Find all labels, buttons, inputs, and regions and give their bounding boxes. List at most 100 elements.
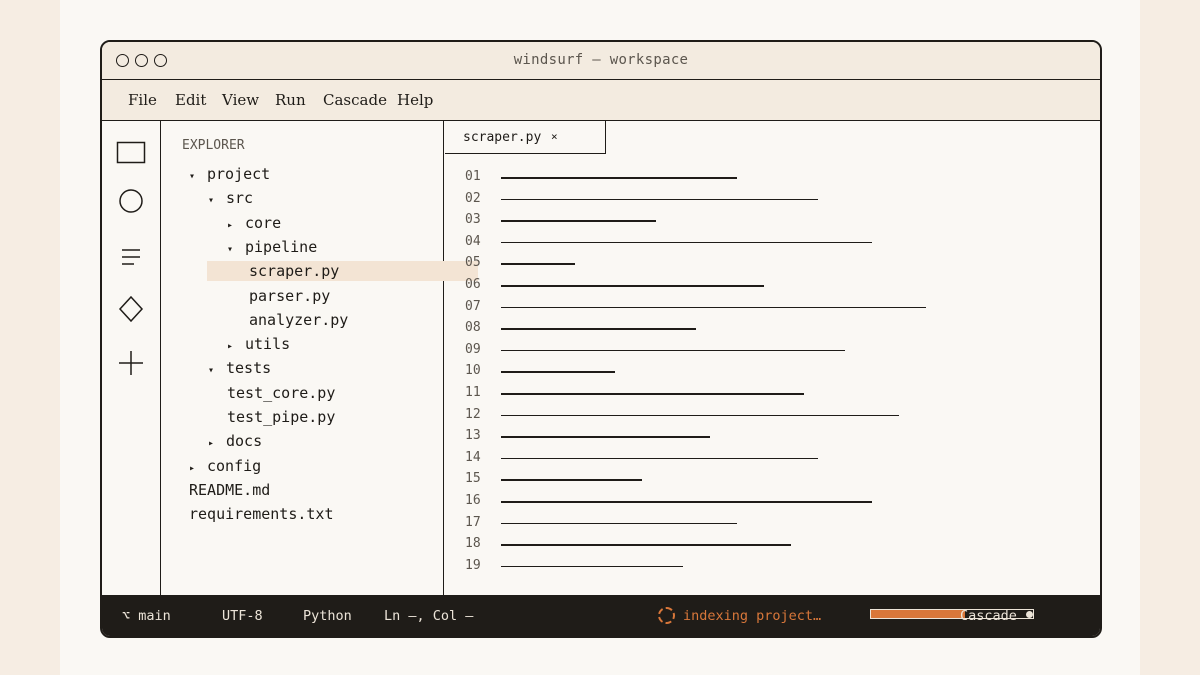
- file-tree-item[interactable]: ▸ docs: [208, 431, 262, 451]
- file-tree-item[interactable]: test_core.py: [227, 383, 335, 403]
- source-control-icon[interactable]: [116, 243, 146, 273]
- file-tree-label: test_pipe.py: [227, 408, 336, 426]
- code-placeholder: [501, 371, 615, 373]
- line-number: 16: [465, 493, 481, 508]
- line-number: 01: [465, 169, 481, 184]
- file-tree-item[interactable]: ▸ utils: [227, 334, 290, 354]
- explorer-panel: EXPLORER ▾ project ▾ src ▸ core ▾ pipeline scrap…: [162, 121, 478, 595]
- files-icon[interactable]: [116, 138, 146, 168]
- file-tree-item[interactable]: ▾ pipeline: [227, 237, 317, 257]
- window-title: windsurf — workspace: [513, 52, 689, 68]
- file-tree-item[interactable]: ▸ config: [189, 456, 261, 476]
- file-tree-item[interactable]: test_pipe.py: [227, 407, 335, 427]
- file-tree-label: core: [245, 213, 282, 232]
- app-window: windsurf — workspace File Edit View Run …: [100, 40, 1102, 638]
- code-line[interactable]: 07: [445, 299, 1100, 320]
- file-tree-item[interactable]: ▾ src: [208, 188, 253, 208]
- line-number: 06: [465, 277, 481, 292]
- activity-bar: [102, 121, 161, 595]
- editor-area: scraper.py × 01 02 03 04 05 06 07 08 09 10 11 12 13 1…: [445, 121, 1100, 595]
- code-line[interactable]: 01: [445, 169, 1100, 190]
- tab-scraper-py[interactable]: scraper.py ×: [445, 121, 606, 154]
- close-icon[interactable]: ×: [551, 130, 558, 143]
- code-line[interactable]: 03: [445, 212, 1100, 233]
- code-line[interactable]: 10: [445, 363, 1100, 384]
- code-line[interactable]: 09: [445, 342, 1100, 363]
- extensions-icon[interactable]: [116, 294, 146, 324]
- code-placeholder: [501, 436, 710, 438]
- menu-bar: File Edit View Run Cascade Help: [102, 80, 1100, 121]
- language-indicator[interactable]: Python: [303, 608, 352, 624]
- indexing-status: indexing project…: [683, 608, 822, 624]
- code-placeholder: [501, 285, 764, 287]
- file-tree-item[interactable]: analyzer.py: [249, 310, 348, 330]
- code-placeholder: [501, 177, 737, 179]
- file-tree-label: parser.py: [249, 286, 331, 305]
- chevron-down-icon[interactable]: ▾: [208, 191, 226, 211]
- new-icon[interactable]: [116, 348, 146, 378]
- menu-help[interactable]: Help: [397, 91, 433, 109]
- status-bar: ⌥ main UTF-8 Python Ln —, Col — indexing…: [102, 595, 1100, 636]
- code-placeholder: [501, 349, 845, 352]
- line-number: 17: [465, 514, 481, 530]
- code-placeholder: [501, 263, 575, 265]
- file-tree-item[interactable]: scraper.py: [207, 261, 478, 282]
- menu-file[interactable]: File: [128, 91, 157, 109]
- file-tree-label: analyzer.py: [249, 310, 349, 329]
- code-line[interactable]: 05: [445, 255, 1100, 276]
- code-placeholder: [501, 479, 642, 481]
- code-line[interactable]: 13: [445, 428, 1100, 449]
- code-placeholder: [501, 220, 656, 222]
- chevron-down-icon[interactable]: ▾: [189, 167, 207, 187]
- code-line[interactable]: 16: [445, 493, 1100, 514]
- file-tree-item[interactable]: parser.py: [249, 286, 330, 306]
- code-placeholder: [501, 414, 899, 417]
- file-tree-label: docs: [226, 432, 263, 451]
- code-line[interactable]: 14: [445, 450, 1100, 471]
- chevron-right-icon[interactable]: ▸: [208, 434, 226, 454]
- cursor-position[interactable]: Ln —, Col —: [384, 608, 473, 624]
- file-tree-item[interactable]: ▸ core: [227, 213, 281, 233]
- cascade-button[interactable]: Cascade: [960, 608, 1017, 624]
- line-number: 03: [465, 212, 481, 228]
- line-number: 14: [465, 449, 481, 465]
- line-number: 18: [465, 536, 481, 552]
- code-line[interactable]: 12: [445, 407, 1100, 428]
- chevron-right-icon[interactable]: ▸: [189, 459, 207, 479]
- encoding-indicator[interactable]: UTF-8: [222, 608, 263, 624]
- file-tree-label: test_core.py: [227, 383, 336, 402]
- code-line[interactable]: 18: [445, 536, 1100, 557]
- code-line[interactable]: 08: [445, 320, 1100, 341]
- chevron-right-icon[interactable]: ▸: [227, 337, 245, 357]
- branch-indicator[interactable]: ⌥ main: [122, 608, 171, 624]
- file-tree-item[interactable]: ▾ tests: [208, 358, 271, 378]
- code-placeholder: [501, 522, 737, 525]
- chevron-down-icon[interactable]: ▾: [227, 240, 245, 260]
- chevron-down-icon[interactable]: ▾: [208, 361, 226, 381]
- file-tree-item[interactable]: ▾ project: [189, 164, 270, 184]
- explorer-title: EXPLORER: [182, 138, 245, 153]
- menu-cascade[interactable]: Cascade: [323, 91, 387, 109]
- code-line[interactable]: 11: [445, 385, 1100, 406]
- line-number: 04: [465, 233, 481, 249]
- code-line[interactable]: 02: [445, 191, 1100, 212]
- menu-edit[interactable]: Edit: [175, 91, 206, 109]
- code-placeholder: [501, 457, 818, 460]
- chevron-right-icon[interactable]: ▸: [227, 216, 245, 236]
- line-number: 02: [465, 190, 481, 206]
- file-tree-item[interactable]: README.md: [189, 480, 270, 500]
- file-tree-label: tests: [226, 359, 272, 378]
- line-number: 15: [465, 471, 481, 487]
- code-line[interactable]: 06: [445, 277, 1100, 298]
- file-tree-item[interactable]: requirements.txt: [189, 504, 334, 524]
- line-number: 05: [465, 255, 481, 271]
- code-line[interactable]: 15: [445, 471, 1100, 492]
- menu-run[interactable]: Run: [275, 91, 306, 109]
- code-line[interactable]: 17: [445, 515, 1100, 536]
- search-icon[interactable]: [116, 186, 146, 216]
- code-line[interactable]: 19: [445, 558, 1100, 579]
- line-number: 19: [465, 557, 481, 573]
- code-line[interactable]: 04: [445, 234, 1100, 255]
- menu-view[interactable]: View: [222, 91, 259, 109]
- progress-handle-icon: [1026, 611, 1033, 618]
